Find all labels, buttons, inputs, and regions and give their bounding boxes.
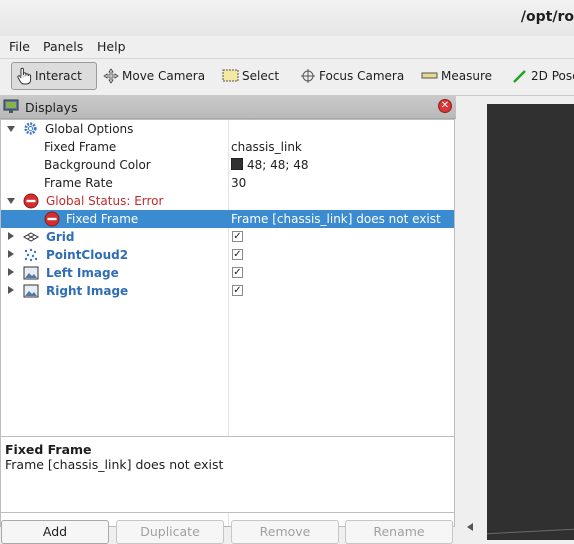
tree-row-frame-rate[interactable]: Frame Rate 30 (1, 174, 454, 192)
error-icon (44, 211, 60, 227)
selection-rectangle-icon (222, 69, 239, 82)
measure-tool-button[interactable]: Measure (417, 62, 496, 90)
collapse-panel-arrow-icon[interactable] (467, 523, 473, 531)
displays-panel-header: Displays ✕ (0, 96, 456, 119)
left-image-checkbox[interactable]: ✓ (232, 267, 243, 278)
description-title: Fixed Frame (5, 442, 92, 457)
fixed-frame-value[interactable]: chassis_link (231, 140, 302, 154)
ruler-icon (421, 72, 438, 79)
tree-row-global-status[interactable]: Global Status: Error (1, 192, 454, 210)
expand-arrow-icon[interactable] (7, 198, 15, 204)
property-description: Fixed Frame Frame [chassis_link] does no… (0, 436, 455, 513)
crosshair-icon (301, 69, 315, 83)
background-color-label: Background Color (44, 158, 151, 172)
image-icon (23, 284, 39, 298)
window-titlebar: /opt/ro (0, 0, 574, 37)
collapse-arrow-icon[interactable] (8, 268, 14, 276)
error-icon (23, 193, 39, 209)
tree-row-left-image[interactable]: Left Image ✓ (1, 264, 454, 282)
measure-label: Measure (441, 69, 492, 83)
grid-label: Grid (46, 230, 75, 244)
frame-rate-value[interactable]: 30 (231, 176, 246, 190)
expand-arrow-icon[interactable] (7, 126, 15, 132)
tool-bar: Interact Move Camera Select Focus Camera… (0, 59, 574, 96)
tree-row-grid[interactable]: Grid ✓ (1, 228, 454, 246)
tree-row-status-fixed-frame[interactable]: Fixed Frame Frame [chassis_link] does no… (1, 210, 454, 228)
collapse-arrow-icon[interactable] (8, 232, 14, 240)
move-camera-tool-button[interactable]: Move Camera (99, 62, 209, 90)
right-image-checkbox[interactable]: ✓ (232, 285, 243, 296)
left-image-label: Left Image (46, 266, 119, 280)
background-color-value: 48; 48; 48 (247, 158, 309, 172)
duplicate-button[interactable]: Duplicate (116, 520, 224, 544)
color-swatch (231, 158, 243, 170)
menu-bar: File Panels Help (0, 36, 574, 59)
add-button[interactable]: Add (1, 520, 109, 544)
tree-row-background-color[interactable]: Background Color 48; 48; 48 (1, 156, 454, 174)
gear-icon (24, 122, 37, 135)
tree-row-fixed-frame[interactable]: Fixed Frame chassis_link (1, 138, 454, 156)
hand-pointer-icon (17, 67, 32, 85)
grid-line (487, 528, 574, 535)
window-title: /opt/ro (520, 9, 574, 25)
select-tool-button[interactable]: Select (218, 62, 283, 90)
global-status-label: Global Status: Error (46, 194, 164, 208)
green-arrow-icon (513, 70, 526, 83)
pointcloud2-checkbox[interactable]: ✓ (232, 249, 243, 260)
grid-icon (23, 232, 39, 242)
fixed-frame-label: Fixed Frame (44, 140, 117, 154)
tree-row-pointcloud2[interactable]: PointCloud2 ✓ (1, 246, 454, 264)
background-color-value-cell[interactable]: 48; 48; 48 (231, 158, 309, 172)
tree-row-global-options[interactable]: Global Options (1, 120, 454, 138)
grid-checkbox[interactable]: ✓ (232, 231, 243, 242)
render-viewport[interactable] (487, 104, 574, 540)
image-icon (23, 266, 39, 280)
global-options-label: Global Options (45, 122, 134, 136)
focus-camera-label: Focus Camera (319, 69, 405, 83)
right-image-label: Right Image (46, 284, 129, 298)
2d-pose-label: 2D Pose (531, 69, 574, 83)
close-panel-button[interactable]: ✕ (438, 99, 452, 113)
menu-help[interactable]: Help (97, 39, 126, 54)
menu-panels[interactable]: Panels (43, 39, 83, 54)
interact-label: Interact (35, 69, 82, 83)
pointcloud2-label: PointCloud2 (46, 248, 129, 262)
displays-panel-title: Displays (25, 100, 78, 115)
remove-button[interactable]: Remove (231, 520, 339, 544)
frame-rate-label: Frame Rate (44, 176, 113, 190)
status-fixed-frame-value: Frame [chassis_link] does not exist (231, 212, 441, 226)
collapse-arrow-icon[interactable] (8, 286, 14, 294)
interact-tool-button[interactable]: Interact (11, 62, 97, 90)
tree-row-right-image[interactable]: Right Image ✓ (1, 282, 454, 300)
description-text: Frame [chassis_link] does not exist (5, 457, 224, 472)
focus-camera-tool-button[interactable]: Focus Camera (296, 62, 408, 90)
move-camera-label: Move Camera (122, 69, 206, 83)
collapse-arrow-icon[interactable] (8, 250, 14, 258)
menu-file[interactable]: File (9, 39, 30, 54)
status-fixed-frame-label: Fixed Frame (66, 212, 139, 226)
2d-pose-tool-button[interactable]: 2D Pose (508, 62, 574, 90)
monitor-icon (3, 99, 19, 113)
pointcloud-icon (24, 248, 38, 262)
move-arrows-icon (103, 68, 119, 84)
select-label: Select (242, 69, 280, 83)
rename-button[interactable]: Rename (345, 520, 453, 544)
